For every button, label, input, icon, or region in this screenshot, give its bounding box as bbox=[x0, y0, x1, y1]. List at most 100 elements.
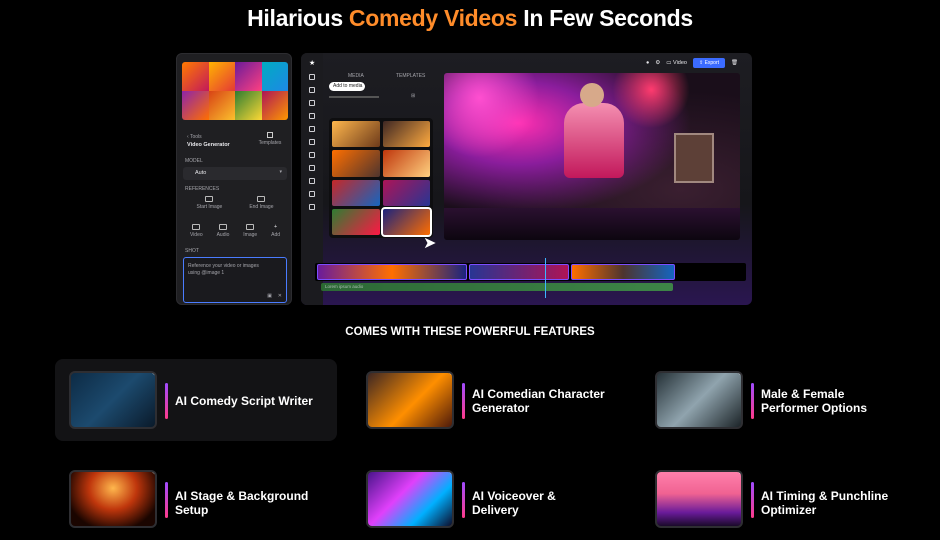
ref-image-label: Image bbox=[243, 232, 258, 238]
model-select[interactable]: Auto ▾ bbox=[183, 167, 287, 180]
media-thumbnail[interactable] bbox=[382, 179, 430, 206]
feature-title: AI Voiceover & Delivery bbox=[472, 489, 632, 517]
ref-video-button[interactable]: Video bbox=[190, 224, 203, 238]
prompt-heading: SHOT bbox=[185, 248, 199, 254]
headline-part-1: Hilarious bbox=[247, 5, 349, 31]
media-thumbnail[interactable] bbox=[382, 150, 430, 177]
features-section-title: COMES WITH THESE POWERFUL FEATURES bbox=[345, 326, 595, 338]
export-button[interactable]: ⇪ Export bbox=[692, 58, 726, 68]
headline-accent: Comedy Videos bbox=[348, 5, 518, 31]
timeline-clip[interactable] bbox=[571, 264, 675, 280]
feature-card-stage-setup[interactable]: ✦ AI Stage & BackgroundSetup bbox=[55, 458, 337, 540]
audio-icon bbox=[218, 224, 227, 230]
end-image-button[interactable]: End Image bbox=[249, 196, 274, 210]
feature-accent-bar bbox=[751, 383, 754, 419]
feature-card-script-writer[interactable]: ✦ AI Comedy Script Writer bbox=[55, 359, 337, 441]
feature-title: AI Comedy Script Writer bbox=[175, 394, 335, 408]
prompt-placeholder: Reference your video or images using @im… bbox=[188, 263, 259, 276]
media-icon[interactable] bbox=[309, 74, 315, 80]
image-icon[interactable] bbox=[309, 100, 315, 106]
comedy-collage-image bbox=[182, 62, 288, 120]
playhead[interactable] bbox=[545, 258, 546, 298]
tab-media[interactable]: MEDIA bbox=[348, 73, 364, 79]
effects-icon[interactable] bbox=[309, 152, 315, 158]
tab-templates[interactable]: TEMPLATES bbox=[396, 73, 425, 79]
video-icon[interactable] bbox=[309, 87, 315, 93]
start-image-button[interactable]: Start Image bbox=[196, 196, 222, 210]
audio-icon[interactable] bbox=[309, 178, 315, 184]
feature-card-voiceover[interactable]: ✦ AI Voiceover &Delivery bbox=[352, 458, 634, 540]
timeline-clip[interactable] bbox=[469, 264, 569, 280]
grid-view-icon[interactable]: ⊞ bbox=[411, 93, 415, 99]
feature-card-performer-options[interactable]: ✦ Male & FemalePerformer Options bbox=[641, 359, 923, 441]
feature-card-timing-optimizer[interactable]: ✦ AI Timing & PunchlineOptimizer bbox=[641, 458, 923, 540]
feature-title-line1: AI Comedian Character bbox=[472, 387, 605, 401]
templates-icon bbox=[267, 132, 273, 138]
media-thumbnail[interactable] bbox=[382, 121, 430, 148]
timeline-clip[interactable] bbox=[317, 264, 467, 280]
settings-icon[interactable]: ⚙ bbox=[655, 60, 660, 66]
feature-title-line1: AI Stage & Background bbox=[175, 489, 309, 503]
video-preview-stage[interactable] bbox=[444, 73, 740, 240]
feature-title-line2: Performer Options bbox=[761, 401, 868, 415]
video-format-label: Video bbox=[673, 60, 687, 66]
image-icon bbox=[205, 196, 214, 202]
trash-icon[interactable]: 🗑 bbox=[731, 60, 738, 66]
model-heading: MODEL bbox=[185, 158, 203, 164]
video-icon bbox=[192, 224, 201, 230]
close-icon[interactable]: ✕ bbox=[278, 293, 282, 299]
attach-icon[interactable]: ▣ bbox=[267, 293, 272, 299]
image-icon bbox=[257, 196, 266, 202]
media-thumbnail[interactable] bbox=[332, 179, 380, 206]
wall-poster bbox=[674, 133, 714, 183]
ref-audio-label: Audio bbox=[216, 232, 230, 238]
generator-title: Video Generator bbox=[187, 142, 230, 148]
page-headline: Hilarious Comedy Videos In Few Seconds bbox=[0, 5, 940, 32]
audio-track[interactable]: Lorem ipsum audio bbox=[321, 283, 673, 291]
sparkle-icon: ✦ bbox=[737, 373, 741, 380]
video-timeline[interactable] bbox=[315, 263, 746, 281]
feature-card-character-generator[interactable]: ✦ AI Comedian CharacterGenerator bbox=[352, 359, 634, 441]
text-icon[interactable] bbox=[309, 165, 315, 171]
export-label: Export bbox=[704, 60, 720, 66]
feature-accent-bar bbox=[462, 482, 465, 518]
feature-title: AI Timing & Punchline Optimizer bbox=[761, 489, 921, 517]
references-heading: REFERENCES bbox=[185, 186, 220, 192]
sparkle-icon: ✦ bbox=[448, 472, 452, 479]
help-icon[interactable]: ● bbox=[646, 60, 649, 66]
video-generator-panel: ‹ Tools Video Generator Templates MODEL … bbox=[176, 53, 292, 305]
add-media-button[interactable]: Add to media bbox=[329, 82, 365, 91]
sparkle-icon: ✦ bbox=[151, 373, 155, 380]
prompt-input[interactable]: Reference your video or images using @im… bbox=[183, 257, 287, 303]
ref-audio-button[interactable]: Audio bbox=[216, 224, 230, 238]
settings-icon[interactable] bbox=[309, 204, 315, 210]
media-thumbnail[interactable] bbox=[332, 150, 380, 177]
sticker-icon[interactable] bbox=[309, 191, 315, 197]
back-to-tools-link[interactable]: ‹ Tools bbox=[187, 134, 202, 140]
video-format-button[interactable]: ▭ Video bbox=[666, 60, 687, 66]
transition-icon[interactable] bbox=[309, 139, 315, 145]
grid-icon[interactable] bbox=[309, 113, 315, 119]
feature-title-line1: AI Voiceover & bbox=[472, 489, 556, 503]
media-thumbnail-selected[interactable] bbox=[380, 206, 432, 238]
media-thumbnail[interactable] bbox=[332, 121, 380, 148]
ref-video-label: Video bbox=[189, 232, 203, 238]
cursor-pointer-icon: ➤ bbox=[423, 235, 437, 252]
pen-icon[interactable] bbox=[309, 126, 315, 132]
templates-button[interactable]: Templates bbox=[257, 132, 283, 146]
feature-thumbnail: ✦ bbox=[69, 470, 157, 528]
editor-top-actions: ● ⚙ ▭ Video ⇪ Export 🗑 bbox=[646, 58, 738, 68]
ref-image-button[interactable]: Image bbox=[243, 224, 257, 238]
plus-icon: + bbox=[273, 224, 278, 230]
media-thumbnail[interactable] bbox=[332, 208, 380, 235]
add-media-label: Add to media bbox=[333, 83, 363, 89]
ref-add-button[interactable]: + Add bbox=[271, 224, 280, 238]
feature-accent-bar bbox=[165, 383, 168, 419]
zoom-slider[interactable] bbox=[329, 96, 379, 98]
video-editor-window: ★ MEDIA TEMPLATES Add to media ⊞ ➤ ● ⚙ ▭… bbox=[301, 53, 752, 305]
feature-accent-bar bbox=[165, 482, 168, 518]
end-image-label: End Image bbox=[249, 204, 274, 210]
comedian-figure bbox=[564, 103, 624, 178]
star-icon[interactable]: ★ bbox=[309, 60, 315, 67]
feature-title-line2: Setup bbox=[175, 503, 209, 517]
